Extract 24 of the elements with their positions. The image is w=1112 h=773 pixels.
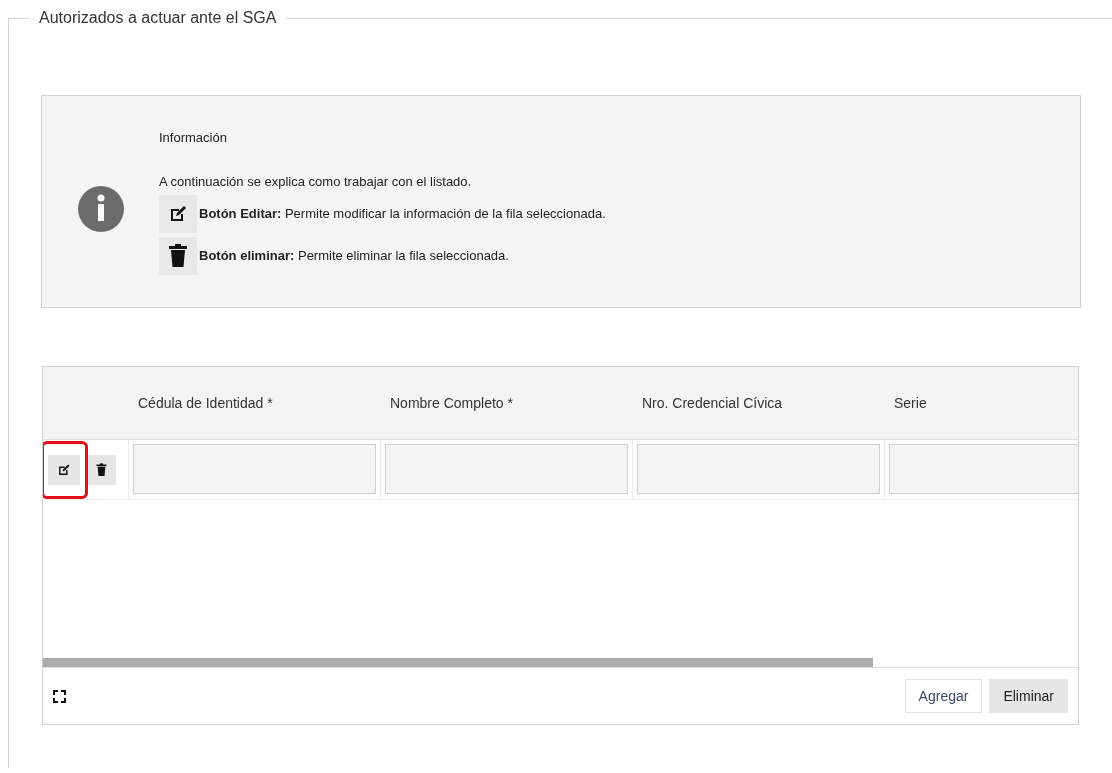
input-field[interactable] xyxy=(637,444,880,494)
info-text: Botón eliminar: Permite eliminar la fila seleccionada. xyxy=(199,247,509,266)
info-icon xyxy=(77,186,124,232)
column-header: Cédula de Identidad * xyxy=(138,393,273,413)
delete-button[interactable] xyxy=(86,454,116,485)
input-field[interactable] xyxy=(385,444,628,494)
column-header: Nro. Credencial Cívica xyxy=(642,393,783,413)
info-text: Botón Editar: Permite modificar la información de la fila seleccionada. xyxy=(199,205,606,224)
column-header: Serie xyxy=(894,393,927,413)
fieldset-legend: Autorizados a actuar ante el SGA xyxy=(39,9,277,26)
footer-button[interactable]: Agregar xyxy=(904,679,983,713)
edit-button[interactable] xyxy=(48,454,80,485)
edit-icon xyxy=(159,195,197,233)
input-field[interactable] xyxy=(133,444,376,494)
footer-button[interactable]: Eliminar xyxy=(989,679,1068,713)
horizontal-scrollbar[interactable] xyxy=(43,658,873,667)
edit-icon xyxy=(57,462,71,477)
input-field[interactable] xyxy=(889,444,1078,494)
info-text: A continuación se explica como trabajar con el listado. xyxy=(159,172,473,191)
trash-icon xyxy=(95,462,107,477)
info-title: Información xyxy=(159,129,228,147)
fullscreen-icon[interactable] xyxy=(53,689,66,703)
trash-icon xyxy=(159,237,197,275)
column-header: Nombre Completo * xyxy=(390,393,513,413)
